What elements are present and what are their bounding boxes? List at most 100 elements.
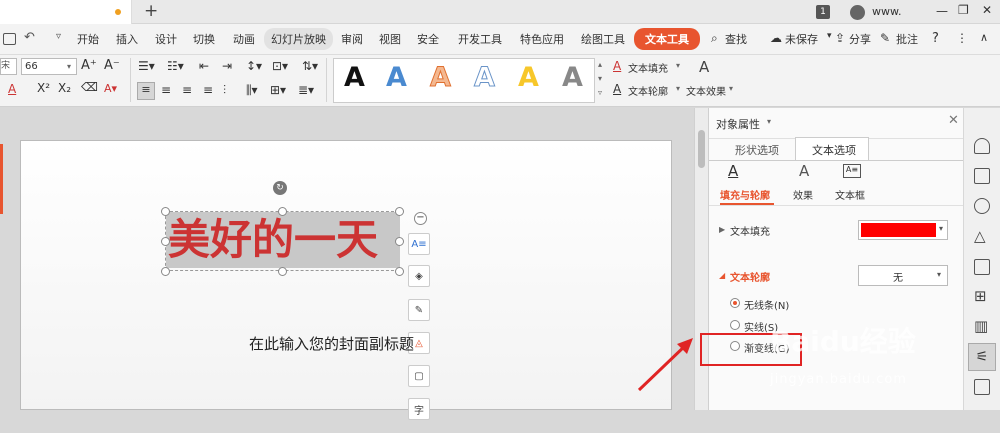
- menu-features[interactable]: 特色应用: [520, 31, 564, 47]
- subtab-fill-outline[interactable]: 填充与轮廓: [720, 187, 770, 202]
- text-format-icon[interactable]: A≡: [408, 233, 430, 255]
- expand-fill-icon[interactable]: ▶: [719, 225, 725, 234]
- resize-handle[interactable]: [161, 207, 170, 216]
- line-spacing-icon[interactable]: ↕▾: [246, 59, 262, 73]
- more-icon[interactable]: ▿: [56, 31, 61, 42]
- unsaved-status[interactable]: 未保存: [785, 31, 818, 47]
- undo-icon[interactable]: ↶: [24, 30, 35, 45]
- paragraph-icon[interactable]: ≣▾: [298, 83, 314, 97]
- pin-icon[interactable]: [974, 138, 990, 154]
- resize-handle[interactable]: [395, 237, 404, 246]
- align-right-icon[interactable]: ≡: [182, 83, 192, 97]
- radio-solid-line[interactable]: [730, 320, 740, 330]
- font-name-field[interactable]: 宋体: [0, 58, 17, 75]
- text-box-icon[interactable]: ⊡▾: [272, 59, 288, 73]
- unsaved-dropdown-icon[interactable]: ▾: [827, 31, 832, 41]
- numbering-icon[interactable]: ☷▾: [167, 59, 184, 73]
- panel-menu-icon[interactable]: ▾: [767, 117, 771, 126]
- text-direction-icon[interactable]: ⇅▾: [302, 59, 318, 73]
- fill-outline-icon[interactable]: A: [728, 162, 738, 180]
- bullets-icon[interactable]: ☰▾: [138, 59, 155, 73]
- scroll-thumb[interactable]: [698, 130, 705, 168]
- option-no-line[interactable]: 无线条(N): [744, 297, 789, 312]
- page-badge[interactable]: 1: [816, 5, 830, 19]
- resize-handle[interactable]: [395, 207, 404, 216]
- columns-icon[interactable]: ⫼▾: [246, 83, 258, 98]
- tab-shape-options[interactable]: 形状选项: [735, 142, 779, 158]
- align-center-icon[interactable]: ≡: [161, 83, 171, 97]
- collapse-tools-icon[interactable]: −: [414, 212, 427, 225]
- style-blue-outline[interactable]: A: [474, 62, 496, 94]
- textbox-icon[interactable]: A≡: [843, 164, 861, 178]
- text-effects-button[interactable]: 文本效果: [686, 83, 726, 98]
- font-size-dropdown-icon[interactable]: ▾: [67, 62, 71, 71]
- subtab-textbox[interactable]: 文本框: [835, 187, 865, 202]
- resize-handle[interactable]: [278, 207, 287, 216]
- style-yellow[interactable]: A: [518, 62, 539, 93]
- collapse-outline-icon[interactable]: ◢: [719, 271, 725, 280]
- help-icon[interactable]: ?: [932, 31, 939, 46]
- resize-handle[interactable]: [161, 237, 170, 246]
- rotate-handle-icon[interactable]: ↻: [273, 181, 287, 195]
- outline-icon[interactable]: ▢: [408, 365, 430, 387]
- triangle-icon[interactable]: △: [974, 227, 986, 245]
- menu-drawing-tools[interactable]: 绘图工具: [581, 31, 625, 47]
- share-icon[interactable]: ⇪: [835, 31, 845, 45]
- subtab-effects[interactable]: 效果: [793, 187, 813, 202]
- menu-text-tools[interactable]: 文本工具: [634, 28, 700, 50]
- search-icon[interactable]: ⌕: [711, 31, 718, 46]
- preview-icon[interactable]: [3, 33, 16, 45]
- style-blue[interactable]: A: [386, 62, 407, 93]
- menu-developer[interactable]: 开发工具: [458, 31, 502, 47]
- grow-font-icon[interactable]: A⁺: [81, 58, 97, 73]
- grid-icon[interactable]: ⊞: [974, 287, 987, 305]
- superscript-icon[interactable]: X²: [37, 81, 50, 95]
- subscript-icon[interactable]: X₂: [58, 81, 71, 95]
- search-label[interactable]: 查找: [725, 31, 747, 47]
- gallery-scroll[interactable]: ▴ ▾ ▿: [595, 58, 605, 103]
- radio-no-line[interactable]: [730, 298, 740, 308]
- outline-dropdown-icon[interactable]: ▾: [937, 270, 941, 279]
- effects-icon[interactable]: A: [799, 162, 809, 180]
- text-effects-dropdown-icon[interactable]: ▾: [729, 84, 733, 93]
- slide[interactable]: ↻ 美好的一天 − A≡ ◈ ✎ ◬ ▢ 字 在此输入您的封面副标题: [20, 140, 693, 420]
- properties-icon[interactable]: ⚟: [968, 343, 996, 371]
- resize-handle[interactable]: [395, 267, 404, 276]
- layers-icon[interactable]: ◈: [408, 265, 430, 287]
- cloud-icon[interactable]: ☁: [770, 31, 782, 45]
- pen-icon[interactable]: ✎: [408, 299, 430, 321]
- table-icon[interactable]: [974, 259, 990, 275]
- fill-color-picker[interactable]: ▾: [858, 220, 948, 240]
- vertical-align-icon[interactable]: ⊞▾: [270, 83, 286, 97]
- style-black[interactable]: A: [344, 62, 365, 93]
- highlight-icon[interactable]: A▾: [104, 82, 117, 95]
- font-color-icon[interactable]: A: [8, 82, 16, 96]
- align-left-icon[interactable]: ≡: [137, 82, 155, 100]
- outline-select[interactable]: 无 ▾: [858, 265, 948, 286]
- slide-title[interactable]: 美好的一天: [168, 212, 378, 268]
- resize-handle[interactable]: [278, 267, 287, 276]
- shape-icon[interactable]: [974, 198, 990, 214]
- shrink-font-icon[interactable]: A⁻: [104, 58, 120, 73]
- text-outline-dropdown-icon[interactable]: ▾: [676, 84, 680, 93]
- menu-slideshow[interactable]: 幻灯片放映: [264, 28, 333, 50]
- text-fill-dropdown-icon[interactable]: ▾: [676, 61, 680, 70]
- close-icon[interactable]: ✕: [982, 3, 992, 17]
- justify-icon[interactable]: ≡: [203, 83, 213, 97]
- more-options-icon[interactable]: ⋮: [956, 31, 968, 45]
- text-outline-icon[interactable]: A: [613, 82, 621, 96]
- style-gray[interactable]: A: [562, 62, 583, 93]
- title-textbox[interactable]: 美好的一天: [161, 207, 404, 276]
- share-label[interactable]: 分享: [849, 31, 871, 47]
- fill-color-dropdown-icon[interactable]: ▾: [939, 224, 943, 233]
- menu-view[interactable]: 视图: [379, 31, 401, 47]
- character-icon[interactable]: 字: [408, 398, 430, 420]
- text-fill-button[interactable]: 文本填充: [628, 60, 668, 75]
- slide-subtitle[interactable]: 在此输入您的封面副标题: [249, 333, 414, 354]
- username[interactable]: www.: [872, 5, 901, 18]
- document-icon[interactable]: [974, 379, 990, 395]
- restore-icon[interactable]: ❐: [958, 3, 969, 17]
- document-tab[interactable]: [0, 0, 132, 24]
- menu-design[interactable]: 设计: [155, 31, 177, 47]
- menu-transition[interactable]: 切换: [193, 31, 215, 47]
